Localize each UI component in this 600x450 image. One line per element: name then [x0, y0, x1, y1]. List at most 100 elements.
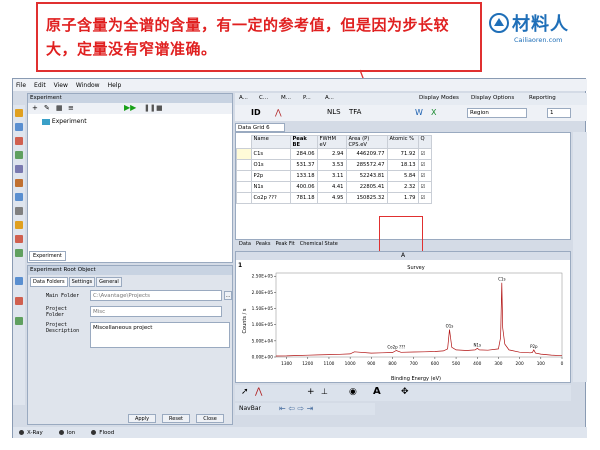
id-icon[interactable]: ID — [251, 108, 261, 117]
folder-icon[interactable] — [15, 109, 23, 117]
tool-icon[interactable] — [15, 137, 23, 145]
toolbar-item-m[interactable]: M... — [281, 95, 291, 101]
browse-button[interactable]: … — [224, 291, 232, 300]
cell-q-checkbox[interactable]: ☑ — [417, 170, 432, 182]
cell-q-checkbox[interactable]: ☑ — [417, 148, 432, 160]
image-icon[interactable] — [15, 249, 23, 257]
align-icon[interactable] — [15, 297, 23, 305]
avantage-window: File Edit View Window Help Experiment + … — [12, 78, 587, 438]
table-row[interactable]: C1s 284.06 2.94 446209.77 71.92 ☑ — [236, 148, 432, 160]
word-icon[interactable]: W — [415, 108, 423, 117]
grid-icon[interactable]: ▦ — [56, 104, 63, 112]
marker-icon[interactable]: ⊥ — [321, 387, 328, 396]
nls-icon[interactable]: NLS — [327, 108, 341, 116]
toolbar-item-a2[interactable]: A... — [325, 95, 334, 101]
y-tick-label: 0.00E+00 — [252, 355, 274, 361]
nav-arrows-icon[interactable]: ⇤ ⇦ ⇨ ⇥ — [279, 404, 313, 413]
tab-peaks[interactable]: Peaks — [256, 241, 274, 249]
x-tick-label: 1000 — [345, 361, 356, 367]
tab-settings[interactable]: Settings — [68, 277, 96, 287]
tab-display-modes[interactable]: Display Modes — [419, 95, 459, 101]
tab-reporting[interactable]: Reporting — [529, 95, 556, 101]
tfa-icon[interactable]: TFA — [349, 108, 361, 116]
toolbar-item-p[interactable]: P... — [303, 95, 311, 101]
map-icon[interactable] — [15, 165, 23, 173]
tab-chemical-state[interactable]: Chemical State — [300, 241, 338, 249]
stop-icon[interactable]: ■ — [156, 104, 163, 112]
experiment-tree-item[interactable]: Experiment — [52, 118, 87, 125]
table-row[interactable]: O1s 531.37 3.53 285572.47 18.13 ☑ — [236, 159, 432, 171]
col-atomic[interactable]: Atomic % — [386, 135, 419, 149]
report-icon[interactable] — [15, 221, 23, 229]
menu-window[interactable]: Window — [76, 82, 100, 89]
menu-edit[interactable]: Edit — [34, 82, 46, 89]
row-selector[interactable] — [236, 181, 252, 193]
col-area[interactable]: Area (P) CPS.eV — [345, 135, 388, 149]
root-object-panel: Experiment Root Object Data Folders Sett… — [27, 265, 233, 425]
main-folder-field[interactable]: C:\Avantage\Projects — [90, 290, 222, 301]
play-icon[interactable]: ▶▶ — [124, 103, 136, 112]
region-select[interactable]: Region — [467, 108, 527, 118]
tab-data-folders[interactable]: Data Folders — [30, 277, 68, 287]
eye-icon[interactable]: ◉ — [349, 387, 357, 397]
toolbar-item-c[interactable]: C... — [259, 95, 268, 101]
zoom-icon[interactable]: ✥ — [401, 387, 409, 397]
annotation-banner: 原子含量为全谱的含量，有一定的参考值，但是因为步长较大，定量没有窄谱准确。 — [36, 2, 482, 72]
menu-file[interactable]: File — [16, 82, 26, 89]
flood-status-icon — [91, 429, 97, 435]
edit-icon[interactable]: ✎ — [44, 104, 50, 112]
list-icon[interactable]: ≡ — [68, 104, 74, 112]
cell-q-checkbox[interactable]: ☑ — [417, 181, 432, 193]
menu-help[interactable]: Help — [108, 82, 122, 89]
pointer-icon[interactable]: ➚ — [241, 387, 249, 397]
col-fwhm[interactable]: FWHM eV — [316, 135, 347, 149]
row-selector[interactable] — [236, 159, 252, 171]
table-row[interactable]: N1s 400.06 4.41 22805.41 2.32 ☑ — [236, 181, 432, 193]
chart-icon[interactable] — [15, 151, 23, 159]
text-icon[interactable]: A — [373, 386, 381, 397]
toolbar-item-a[interactable]: A... — [239, 95, 248, 101]
excel-icon[interactable]: X — [431, 108, 436, 117]
close-button[interactable]: Close — [196, 414, 224, 423]
row-selector[interactable] — [236, 192, 252, 204]
layer-icon[interactable] — [15, 277, 23, 285]
cell-atomic: 1.79 — [386, 192, 419, 204]
project-folder-field[interactable]: Misc — [90, 306, 222, 317]
angle-icon[interactable] — [15, 317, 23, 325]
cell-q-checkbox[interactable]: ☑ — [417, 159, 432, 171]
peak-label: Co2p ??? — [387, 345, 405, 350]
row-selector[interactable] — [236, 170, 252, 182]
col-name[interactable]: Name — [250, 135, 291, 149]
spectrum-icon[interactable] — [15, 123, 23, 131]
tab-data[interactable]: Data — [239, 241, 255, 249]
pause-icon[interactable]: ❚❚ — [144, 104, 156, 112]
table-row[interactable]: P2p 133.18 3.11 52243.81 5.84 ☑ — [236, 170, 432, 182]
xray-status-icon — [19, 429, 24, 435]
export-icon[interactable] — [15, 235, 23, 243]
index-spinner[interactable]: 1 — [547, 108, 571, 118]
col-peak-be[interactable]: Peak BE — [289, 135, 318, 149]
cell-atomic: 18.13 — [386, 159, 419, 171]
peak-add-icon[interactable]: ⋀ — [255, 387, 262, 397]
tab-general[interactable]: General — [96, 277, 122, 287]
cell-area: 285572.47 — [345, 159, 388, 171]
table-row[interactable]: Co2p ??? 781.18 4.95 150825.32 1.79 ☑ — [236, 192, 432, 204]
grid-icon[interactable] — [15, 207, 23, 215]
survey-chart[interactable]: Survey Binding Energy (eV) Counts / s 13… — [236, 261, 570, 383]
tab-experiment[interactable]: Experiment — [29, 251, 66, 261]
apply-button[interactable]: Apply — [128, 414, 156, 423]
project-description-field[interactable]: Miscellaneous project — [90, 322, 230, 348]
row-selector[interactable] — [236, 148, 252, 160]
tab-display-options[interactable]: Display Options — [471, 95, 514, 101]
menu-view[interactable]: View — [54, 82, 68, 89]
crosshair-icon[interactable]: + — [307, 387, 315, 397]
reset-button[interactable]: Reset — [162, 414, 190, 423]
new-icon[interactable]: + — [32, 104, 38, 112]
tab-peak-fit[interactable]: Peak Fit — [275, 241, 298, 249]
tab-data-grid[interactable]: Data Grid 6 — [235, 123, 285, 132]
cell-q-checkbox[interactable]: ☑ — [417, 192, 432, 204]
peak-tool-icon[interactable]: ⋀ — [275, 108, 282, 117]
peak-icon[interactable] — [15, 179, 23, 187]
col-q[interactable]: Q — [417, 135, 432, 149]
profile-icon[interactable] — [15, 193, 23, 201]
